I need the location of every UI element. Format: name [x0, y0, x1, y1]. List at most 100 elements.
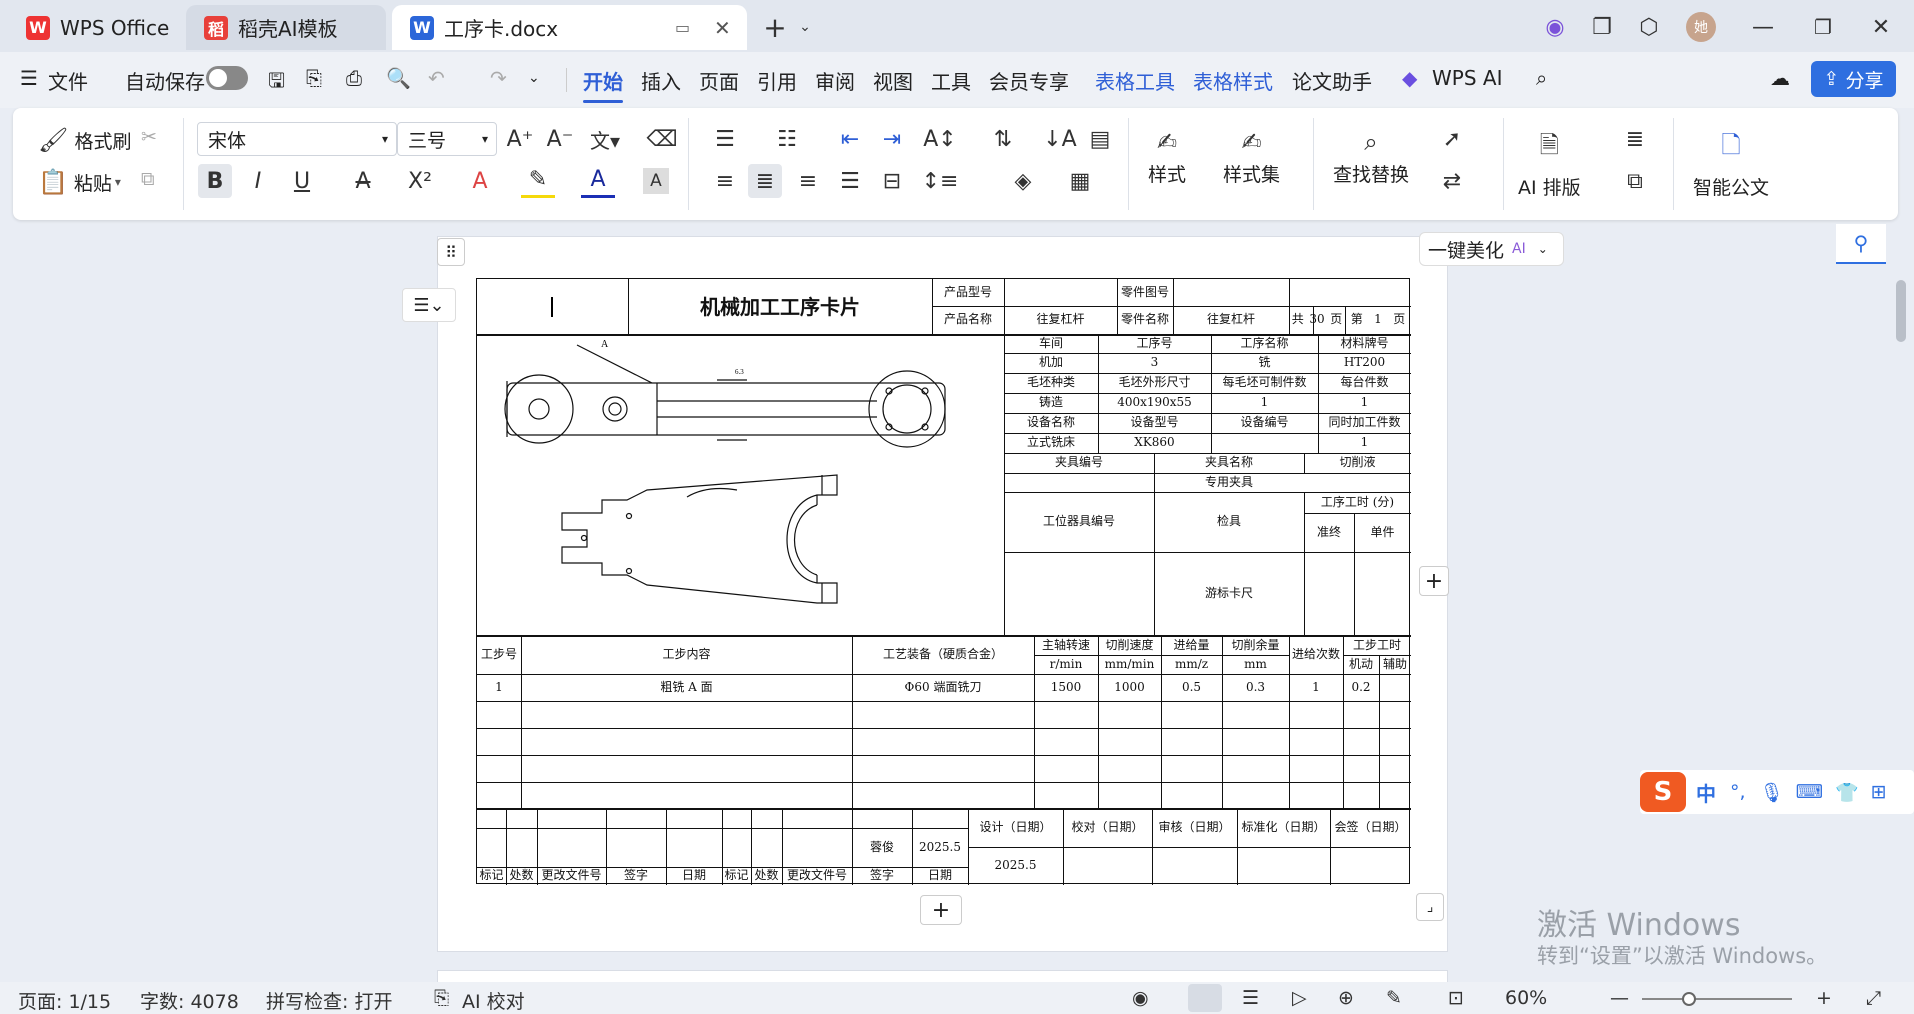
product-name-value[interactable]: 往复杠杆: [1004, 306, 1117, 334]
tab-document[interactable]: W 工序卡.docx ▭ ✕: [392, 5, 747, 50]
grow-font-icon[interactable]: A⁺: [503, 122, 537, 156]
clear-format-icon[interactable]: ⌫: [645, 122, 679, 156]
tab-table-style[interactable]: 表格样式: [1193, 66, 1273, 95]
step1-passes[interactable]: 1: [1289, 674, 1343, 701]
material-value[interactable]: HT200: [1318, 353, 1411, 373]
add-row-icon[interactable]: +: [920, 895, 962, 925]
parts-per-unit-value[interactable]: 1: [1318, 393, 1411, 413]
compiled-date[interactable]: 2025.5: [912, 829, 968, 867]
underline-icon[interactable]: U: [285, 164, 319, 198]
tab-table-tools[interactable]: 表格工具: [1095, 66, 1175, 95]
punctuation-icon[interactable]: °,: [1730, 781, 1746, 803]
add-column-icon[interactable]: +: [1419, 566, 1449, 596]
minimize-icon[interactable]: —: [1746, 10, 1780, 44]
step1-tool[interactable]: Φ60 端面铣刀: [852, 674, 1034, 701]
close-window-icon[interactable]: ✕: [1864, 10, 1898, 44]
undo-icon[interactable]: ↶: [428, 66, 445, 90]
mic-icon[interactable]: 🎙: [1760, 781, 1784, 804]
compiled-by[interactable]: 蓉俊: [852, 829, 912, 867]
outline-view-icon[interactable]: ☰: [1242, 987, 1259, 1009]
char-shading-icon[interactable]: A: [643, 168, 669, 194]
special-fixture-value[interactable]: 专用夹具: [1154, 473, 1304, 492]
eye-icon[interactable]: ◉: [1132, 987, 1149, 1009]
beautify-button[interactable]: 一键美化 AI ⌄: [1419, 232, 1564, 266]
paste-button[interactable]: 📋 粘贴 ▾: [38, 168, 121, 196]
cut-icon[interactable]: ✂: [141, 126, 157, 148]
align-center-icon[interactable]: ≣: [748, 164, 782, 198]
zoom-in-icon[interactable]: +: [1816, 987, 1832, 1009]
redo-icon[interactable]: ↷: [490, 66, 507, 90]
phonetic-icon[interactable]: 文▾: [588, 122, 622, 156]
ime-lang[interactable]: 中: [1696, 778, 1716, 807]
tab-view[interactable]: 视图: [873, 66, 913, 95]
chevron-down-icon[interactable]: ⌄: [788, 10, 822, 44]
print-icon[interactable]: ⎙: [346, 66, 362, 90]
avatar[interactable]: 她: [1686, 12, 1716, 42]
sort-icon[interactable]: ⇅: [986, 122, 1020, 156]
zoom-slider-handle[interactable]: [1682, 992, 1696, 1006]
tab-wps-office[interactable]: W WPS Office: [8, 5, 178, 50]
operation-name-value[interactable]: 铣: [1211, 353, 1318, 373]
line-spacing-icon[interactable]: ↕≡: [922, 164, 959, 198]
fit-screen-icon[interactable]: ⊡: [1448, 987, 1464, 1009]
fullscreen-icon[interactable]: ⤢: [1866, 987, 1881, 1009]
grid-icon[interactable]: ⊞: [1871, 781, 1887, 803]
table-move-handle-icon[interactable]: ⠿: [437, 238, 465, 266]
ai-layout-button[interactable]: 🗎 AI 排版: [1518, 128, 1581, 200]
tab-review[interactable]: 审阅: [815, 66, 855, 95]
convert-icon[interactable]: ⇄: [1435, 164, 1469, 198]
bullet-list-icon[interactable]: ☰: [708, 122, 742, 156]
zoom-level[interactable]: 60%: [1505, 987, 1547, 1009]
more-chevron-icon[interactable]: ⌄: [528, 70, 540, 86]
print-preview-icon[interactable]: 🔍: [386, 66, 411, 90]
ime-toolbar[interactable]: S 中 °, 🎙 ⌨ 👕 ⊞: [1640, 770, 1914, 814]
tab-tools[interactable]: 工具: [931, 66, 971, 95]
play-icon[interactable]: ▷: [1292, 987, 1307, 1009]
zoom-out-icon[interactable]: —: [1610, 987, 1629, 1009]
highlight-icon[interactable]: ✎: [521, 164, 555, 198]
paragraph-settings-icon[interactable]: ≣: [1618, 122, 1652, 156]
superscript-icon[interactable]: X²: [403, 164, 437, 198]
location-pin-icon[interactable]: ⚲: [1836, 224, 1886, 264]
font-size-select[interactable]: 三号 ▾: [397, 122, 497, 156]
smart-doc-button[interactable]: 🗋 智能公文: [1693, 128, 1769, 200]
find-replace-button[interactable]: ⌕ 查找替换: [1333, 128, 1409, 187]
export-icon[interactable]: ⎘: [306, 66, 322, 90]
step1-feed[interactable]: 0.5: [1161, 674, 1222, 701]
tab-page[interactable]: 页面: [699, 66, 739, 95]
operation-no-value[interactable]: 3: [1098, 353, 1211, 373]
menu-file[interactable]: 文件: [48, 66, 88, 95]
equipment-no-value[interactable]: [1211, 433, 1318, 453]
distribute-icon[interactable]: ⊟: [875, 164, 909, 198]
bold-icon[interactable]: B: [198, 164, 232, 198]
tab-wps-ai[interactable]: WPS AI: [1432, 66, 1502, 90]
skin-icon[interactable]: 👕: [1835, 781, 1859, 804]
styles-button[interactable]: ✍ 样式: [1148, 128, 1186, 187]
autosave-toggle[interactable]: [206, 66, 248, 90]
restore-icon[interactable]: ❐: [1806, 10, 1840, 44]
page-indicator[interactable]: 页面: 1/15: [18, 987, 111, 1014]
decrease-indent-icon[interactable]: ⇤: [833, 122, 867, 156]
step1-cut[interactable]: 1000: [1098, 674, 1161, 701]
page-view-icon[interactable]: [1188, 984, 1222, 1012]
font-color-icon[interactable]: A: [581, 164, 615, 198]
align-left-icon[interactable]: ≡: [708, 164, 742, 198]
tab-member[interactable]: 会员专享: [989, 66, 1069, 95]
equipment-model-value[interactable]: XK860: [1098, 433, 1211, 453]
share-button[interactable]: ⇪ 分享: [1811, 61, 1896, 97]
numbered-list-icon[interactable]: ☷: [770, 122, 804, 156]
equipment-name-value[interactable]: 立式铣床: [1004, 433, 1098, 453]
strikethrough-icon[interactable]: A: [346, 164, 380, 198]
step1-no[interactable]: 1: [477, 674, 521, 701]
tab-paper-assistant[interactable]: 论文助手: [1292, 66, 1372, 95]
close-tab-icon[interactable]: ✕: [714, 16, 731, 40]
step1-time[interactable]: 0.2: [1343, 674, 1379, 701]
web-view-icon[interactable]: ⊕: [1338, 987, 1354, 1009]
cloud-upload-icon[interactable]: ☁: [1770, 66, 1790, 90]
pen-icon[interactable]: ✎: [1386, 987, 1402, 1009]
shrink-font-icon[interactable]: A⁻: [543, 122, 577, 156]
step1-speed[interactable]: 1500: [1034, 674, 1098, 701]
parts-per-blank-value[interactable]: 1: [1211, 393, 1318, 413]
ai-check-button[interactable]: AI 校对: [462, 987, 525, 1014]
window-copy-icon[interactable]: ❐: [1585, 10, 1619, 44]
